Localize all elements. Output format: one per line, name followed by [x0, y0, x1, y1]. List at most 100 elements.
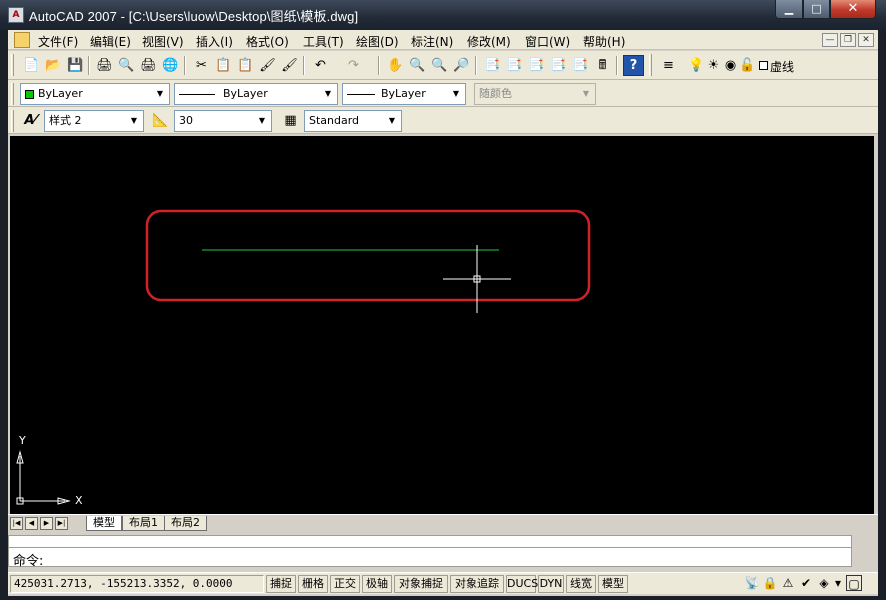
menu-help[interactable]: 帮助(H) [583, 33, 625, 50]
block-editor-icon[interactable]: 🖌 [279, 55, 300, 76]
menu-modify[interactable]: 修改(M) [467, 33, 511, 50]
mdi-restore-button[interactable]: ❐ [840, 33, 856, 47]
dimension-style-dropdown[interactable]: 30 ▼ [174, 110, 272, 132]
menu-tools[interactable]: 工具(T) [303, 33, 344, 50]
window-title: AutoCAD 2007 - [C:\Users\luow\Desktop\图纸… [29, 9, 359, 24]
markup-set-manager-icon[interactable]: 📑 [570, 55, 591, 76]
dimension-style-icon[interactable]: 📐 [150, 110, 171, 131]
menu-dimension[interactable]: 标注(N) [411, 33, 453, 50]
osnap-toggle[interactable]: 对象捕捉 [394, 575, 448, 593]
document-icon[interactable] [14, 32, 30, 48]
command-input[interactable] [69, 549, 829, 565]
match-properties-icon[interactable]: 🖌 [257, 55, 278, 76]
standard-toolbar: 📄 📂 💾 🖨 🔍 🖨 🌐 ✂ 📋 📋 🖌 🖌 ↶ ↷ ✋ 🔍 🔍 🔎 📑 📑 … [8, 51, 878, 80]
zoom-window-icon[interactable]: 🔍 [429, 55, 450, 76]
undo-icon[interactable]: ↶ [310, 55, 331, 76]
linetype-dropdown[interactable]: ByLayer ▼ [174, 83, 338, 105]
toolbar-grip[interactable] [649, 54, 652, 76]
menu-view[interactable]: 视图(V) [142, 33, 184, 50]
plot-preview-icon[interactable]: 🔍 [116, 55, 137, 76]
copy-icon[interactable]: 📋 [213, 55, 234, 76]
command-prompt: 命令: [13, 554, 44, 569]
mdi-minimize-button[interactable]: — [822, 33, 838, 47]
clean-screen-icon[interactable]: ▢ [846, 575, 862, 591]
layer-manager-icon[interactable]: ≡ [658, 55, 679, 76]
command-line[interactable]: 命令: [8, 547, 852, 569]
zoom-realtime-icon[interactable]: 🔍 [407, 55, 428, 76]
plot-icon[interactable]: 🖨 [94, 55, 115, 76]
tab-layout2[interactable]: 布局2 [164, 516, 207, 531]
toolbar-lock-icon[interactable]: 🔒 [762, 575, 778, 591]
toolbar-grip[interactable] [11, 83, 14, 105]
table-style-dropdown[interactable]: Standard ▼ [304, 110, 402, 132]
menu-format[interactable]: 格式(O) [246, 33, 289, 50]
pan-icon[interactable]: ✋ [385, 55, 406, 76]
lineweight-toggle[interactable]: 线宽 [566, 575, 596, 593]
minimize-button[interactable]: ▁ [775, 0, 803, 19]
menu-file[interactable]: 文件(F) [38, 33, 78, 50]
close-button[interactable]: ✕ [830, 0, 876, 19]
plotstyle-dropdown: 随颜色 ▼ [474, 83, 596, 105]
current-layer-name[interactable]: 虚线 [770, 58, 794, 75]
toolbar-separator [303, 56, 305, 75]
ducs-toggle[interactable]: DUCS [506, 575, 538, 593]
ucs-y-label: Y [19, 434, 26, 447]
properties-icon[interactable]: 📑 [482, 55, 503, 76]
toolbar-separator [616, 56, 618, 75]
mdi-close-button[interactable]: ✕ [858, 33, 874, 47]
otrack-toggle[interactable]: 对象追踪 [450, 575, 504, 593]
status-menu-chevron-icon[interactable]: ▾ [830, 575, 846, 591]
comm-center-icon[interactable]: 📡 [744, 575, 760, 591]
help-icon[interactable]: ? [623, 55, 644, 76]
color-dropdown[interactable]: ByLayer ▼ [20, 83, 170, 105]
paste-icon[interactable]: 📋 [235, 55, 256, 76]
cut-icon[interactable]: ✂ [191, 55, 212, 76]
zoom-previous-icon[interactable]: 🔎 [451, 55, 472, 76]
publish-icon[interactable]: 🖨 [138, 55, 159, 76]
chevron-down-icon: ▼ [324, 89, 332, 98]
previous-tab-button[interactable]: ◀ [25, 517, 38, 530]
tab-model[interactable]: 模型 [86, 516, 122, 531]
autocad-app-icon[interactable]: A [8, 7, 24, 23]
save-icon[interactable]: 💾 [65, 55, 86, 76]
sheet-set-manager-icon[interactable]: 📑 [548, 55, 569, 76]
redo-icon[interactable]: ↷ [343, 55, 364, 76]
trusted-status-icon[interactable]: ✔ [798, 575, 814, 591]
tool-palettes-icon[interactable]: 📑 [526, 55, 547, 76]
dyn-toggle[interactable]: DYN [538, 575, 564, 593]
open-file-icon[interactable]: 📂 [43, 55, 64, 76]
lineweight-sample [347, 93, 375, 95]
first-tab-button[interactable]: |◀ [10, 517, 23, 530]
last-tab-button[interactable]: ▶| [55, 517, 68, 530]
quickcalc-icon[interactable]: 🖩 [592, 55, 613, 76]
toolbar-grip[interactable] [11, 110, 14, 132]
attention-icon[interactable]: ⚠ [780, 575, 796, 591]
model-space-toggle[interactable]: 模型 [598, 575, 628, 593]
toolbar-grip[interactable] [11, 54, 14, 76]
publish-web-icon[interactable]: 🌐 [160, 55, 181, 76]
polar-toggle[interactable]: 极轴 [362, 575, 392, 593]
table-style-icon[interactable]: ▦ [280, 110, 301, 131]
menu-edit[interactable]: 编辑(E) [90, 33, 131, 50]
lineweight-dropdown[interactable]: ByLayer ▼ [342, 83, 466, 105]
maximize-button[interactable]: □ [803, 0, 830, 19]
menu-draw[interactable]: 绘图(D) [356, 33, 399, 50]
grid-toggle[interactable]: 栅格 [298, 575, 328, 593]
toolbar-separator [475, 56, 477, 75]
next-tab-button[interactable]: ▶ [40, 517, 53, 530]
ortho-toggle[interactable]: 正交 [330, 575, 360, 593]
menu-window[interactable]: 窗口(W) [525, 33, 570, 50]
snap-toggle[interactable]: 捕捉 [266, 575, 296, 593]
design-center-icon[interactable]: 📑 [504, 55, 525, 76]
text-style-dropdown[interactable]: 样式 2 ▼ [44, 110, 144, 132]
drawing-canvas[interactable]: Y X [10, 136, 876, 516]
coordinate-display[interactable]: 425031.2713, -155213.3352, 0.0000 [10, 575, 264, 593]
new-file-icon[interactable]: 📄 [21, 55, 42, 76]
drawing-svg[interactable] [10, 136, 876, 516]
title-bar: A AutoCAD 2007 - [C:\Users\luow\Desktop\… [0, 0, 886, 30]
menu-insert[interactable]: 插入(I) [196, 33, 233, 50]
text-style-icon[interactable]: A⁄ [20, 110, 41, 131]
ucs-icon [16, 450, 71, 505]
chevron-down-icon: ▼ [130, 116, 138, 125]
tab-layout1[interactable]: 布局1 [122, 516, 165, 531]
